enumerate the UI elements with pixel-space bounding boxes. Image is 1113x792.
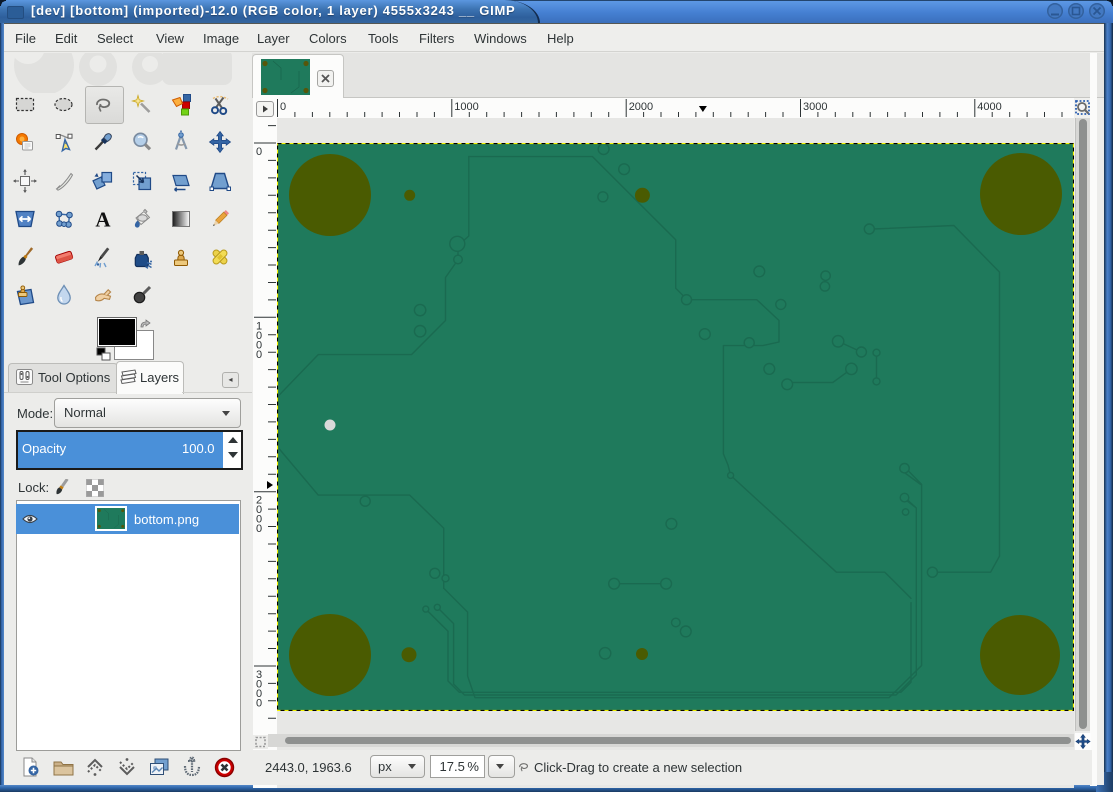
- svg-text:0: 0: [280, 101, 286, 113]
- svg-text:0: 0: [256, 523, 262, 535]
- svg-text:1000: 1000: [454, 101, 478, 113]
- svg-text:0: 0: [256, 146, 262, 158]
- svg-text:4000: 4000: [977, 101, 1001, 113]
- svg-text:2000: 2000: [629, 101, 653, 113]
- svg-text:0: 0: [256, 698, 262, 710]
- svg-text:A: A: [95, 207, 111, 231]
- svg-text:3000: 3000: [803, 101, 827, 113]
- svg-text:0: 0: [256, 349, 262, 361]
